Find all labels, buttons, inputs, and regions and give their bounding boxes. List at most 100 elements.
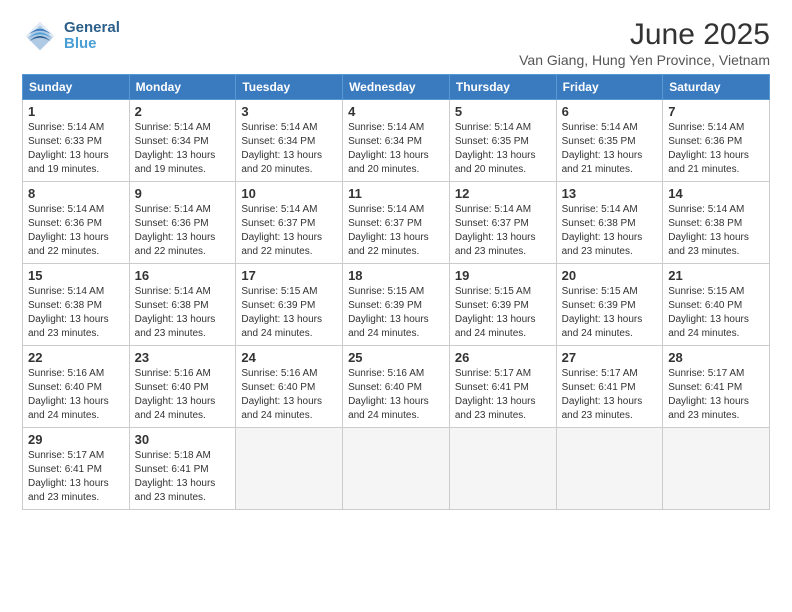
table-row: 19 Sunrise: 5:15 AMSunset: 6:39 PMDayligh… — [449, 264, 556, 346]
day-info: Sunrise: 5:14 AMSunset: 6:38 PMDaylight:… — [668, 203, 764, 259]
calendar: Sunday Monday Tuesday Wednesday Thursday… — [22, 74, 770, 510]
table-row: 2 Sunrise: 5:14 AMSunset: 6:34 PMDaylight… — [129, 100, 236, 182]
calendar-week-2: 15 Sunrise: 5:14 AMSunset: 6:38 PMDayligh… — [23, 264, 770, 346]
day-info: Sunrise: 5:14 AMSunset: 6:33 PMDaylight:… — [28, 121, 124, 177]
table-row: 28 Sunrise: 5:17 AMSunset: 6:41 PMDayligh… — [663, 346, 770, 428]
calendar-week-1: 8 Sunrise: 5:14 AMSunset: 6:36 PMDaylight… — [23, 182, 770, 264]
header-sunday: Sunday — [23, 75, 130, 100]
header-tuesday: Tuesday — [236, 75, 343, 100]
day-info: Sunrise: 5:14 AMSunset: 6:34 PMDaylight:… — [135, 121, 231, 177]
day-info: Sunrise: 5:14 AMSunset: 6:35 PMDaylight:… — [455, 121, 551, 177]
table-row: 17Sunrise: 5:15 AMSunset: 6:39 PMDayligh… — [236, 264, 343, 346]
header-saturday: Saturday — [663, 75, 770, 100]
day-info: Sunrise: 5:14 AMSunset: 6:38 PMDaylight:… — [562, 203, 658, 259]
logo-line1: General — [64, 20, 120, 37]
table-row: 11 Sunrise: 5:14 AMSunset: 6:37 PMDayligh… — [343, 182, 450, 264]
table-row: 24Sunrise: 5:16 AMSunset: 6:40 PMDayligh… — [236, 346, 343, 428]
day-number: 12 — [455, 186, 551, 201]
logo-text: General Blue — [64, 20, 120, 53]
day-info: Sunrise: 5:14 AMSunset: 6:35 PMDaylight:… — [562, 121, 658, 177]
calendar-header-row: Sunday Monday Tuesday Wednesday Thursday… — [23, 75, 770, 100]
table-row: 13Sunrise: 5:14 AMSunset: 6:38 PMDayligh… — [556, 182, 663, 264]
page: General Blue June 2025 Van Giang, Hung Y… — [0, 0, 792, 520]
day-number: 18 — [348, 268, 444, 283]
day-number: 28 — [668, 350, 764, 365]
day-number: 7 — [668, 104, 764, 119]
day-info: Sunrise: 5:14 AMSunset: 6:37 PMDaylight:… — [241, 203, 337, 259]
day-info: Sunrise: 5:17 AMSunset: 6:41 PMDaylight:… — [562, 367, 658, 423]
header-friday: Friday — [556, 75, 663, 100]
table-row: 7 Sunrise: 5:14 AMSunset: 6:36 PMDaylight… — [663, 100, 770, 182]
table-row: 27 Sunrise: 5:17 AMSunset: 6:41 PMDayligh… — [556, 346, 663, 428]
day-info: Sunrise: 5:15 AMSunset: 6:39 PMDaylight:… — [348, 285, 444, 341]
day-info: Sunrise: 5:15 AMSunset: 6:39 PMDaylight:… — [562, 285, 658, 341]
day-number: 1 — [28, 104, 124, 119]
day-number: 20 — [562, 268, 658, 283]
table-row: 3 Sunrise: 5:14 AMSunset: 6:34 PMDaylight… — [236, 100, 343, 182]
day-info: Sunrise: 5:15 AMSunset: 6:39 PMDaylight:… — [241, 285, 337, 341]
day-info: Sunrise: 5:14 AMSunset: 6:36 PMDaylight:… — [28, 203, 124, 259]
day-number: 26 — [455, 350, 551, 365]
day-number: 6 — [562, 104, 658, 119]
day-info: Sunrise: 5:14 AMSunset: 6:37 PMDaylight:… — [348, 203, 444, 259]
table-row: 30 Sunrise: 5:18 AMSunset: 6:41 PMDayligh… — [129, 428, 236, 510]
table-row — [663, 428, 770, 510]
logo: General Blue — [22, 18, 120, 54]
table-row: 15 Sunrise: 5:14 AMSunset: 6:38 PMDayligh… — [23, 264, 130, 346]
header-monday: Monday — [129, 75, 236, 100]
day-number: 9 — [135, 186, 231, 201]
day-info: Sunrise: 5:14 AMSunset: 6:37 PMDaylight:… — [455, 203, 551, 259]
main-title: June 2025 — [519, 18, 770, 52]
table-row: 22 Sunrise: 5:16 AMSunset: 6:40 PMDayligh… — [23, 346, 130, 428]
table-row — [343, 428, 450, 510]
day-number: 2 — [135, 104, 231, 119]
header-thursday: Thursday — [449, 75, 556, 100]
day-number: 23 — [135, 350, 231, 365]
day-number: 24 — [241, 350, 337, 365]
day-info: Sunrise: 5:18 AMSunset: 6:41 PMDaylight:… — [135, 449, 231, 505]
table-row: 12 Sunrise: 5:14 AMSunset: 6:37 PMDayligh… — [449, 182, 556, 264]
day-number: 30 — [135, 432, 231, 447]
table-row: 10 Sunrise: 5:14 AMSunset: 6:37 PMDayligh… — [236, 182, 343, 264]
day-number: 16 — [135, 268, 231, 283]
day-info: Sunrise: 5:16 AMSunset: 6:40 PMDaylight:… — [28, 367, 124, 423]
day-info: Sunrise: 5:14 AMSunset: 6:36 PMDaylight:… — [135, 203, 231, 259]
header: General Blue June 2025 Van Giang, Hung Y… — [22, 18, 770, 68]
day-info: Sunrise: 5:17 AMSunset: 6:41 PMDaylight:… — [28, 449, 124, 505]
day-number: 27 — [562, 350, 658, 365]
day-number: 3 — [241, 104, 337, 119]
table-row: 25Sunrise: 5:16 AMSunset: 6:40 PMDayligh… — [343, 346, 450, 428]
table-row — [236, 428, 343, 510]
day-info: Sunrise: 5:14 AMSunset: 6:38 PMDaylight:… — [28, 285, 124, 341]
day-number: 11 — [348, 186, 444, 201]
table-row: 4 Sunrise: 5:14 AMSunset: 6:34 PMDaylight… — [343, 100, 450, 182]
day-number: 8 — [28, 186, 124, 201]
table-row: 5Sunrise: 5:14 AMSunset: 6:35 PMDaylight… — [449, 100, 556, 182]
logo-line2: Blue — [64, 36, 120, 53]
table-row: 8 Sunrise: 5:14 AMSunset: 6:36 PMDaylight… — [23, 182, 130, 264]
table-row — [556, 428, 663, 510]
table-row: 20 Sunrise: 5:15 AMSunset: 6:39 PMDayligh… — [556, 264, 663, 346]
day-number: 4 — [348, 104, 444, 119]
day-number: 21 — [668, 268, 764, 283]
day-info: Sunrise: 5:16 AMSunset: 6:40 PMDaylight:… — [135, 367, 231, 423]
day-info: Sunrise: 5:14 AMSunset: 6:34 PMDaylight:… — [241, 121, 337, 177]
day-info: Sunrise: 5:14 AMSunset: 6:34 PMDaylight:… — [348, 121, 444, 177]
table-row: 23 Sunrise: 5:16 AMSunset: 6:40 PMDayligh… — [129, 346, 236, 428]
day-info: Sunrise: 5:17 AMSunset: 6:41 PMDaylight:… — [668, 367, 764, 423]
day-info: Sunrise: 5:15 AMSunset: 6:39 PMDaylight:… — [455, 285, 551, 341]
day-info: Sunrise: 5:14 AMSunset: 6:36 PMDaylight:… — [668, 121, 764, 177]
table-row: 14Sunrise: 5:14 AMSunset: 6:38 PMDayligh… — [663, 182, 770, 264]
header-wednesday: Wednesday — [343, 75, 450, 100]
calendar-week-4: 29 Sunrise: 5:17 AMSunset: 6:41 PMDayligh… — [23, 428, 770, 510]
day-number: 19 — [455, 268, 551, 283]
table-row: 21Sunrise: 5:15 AMSunset: 6:40 PMDayligh… — [663, 264, 770, 346]
logo-icon — [22, 18, 58, 54]
calendar-week-3: 22 Sunrise: 5:16 AMSunset: 6:40 PMDayligh… — [23, 346, 770, 428]
day-number: 15 — [28, 268, 124, 283]
day-info: Sunrise: 5:17 AMSunset: 6:41 PMDaylight:… — [455, 367, 551, 423]
day-number: 22 — [28, 350, 124, 365]
day-number: 25 — [348, 350, 444, 365]
day-number: 29 — [28, 432, 124, 447]
day-number: 10 — [241, 186, 337, 201]
